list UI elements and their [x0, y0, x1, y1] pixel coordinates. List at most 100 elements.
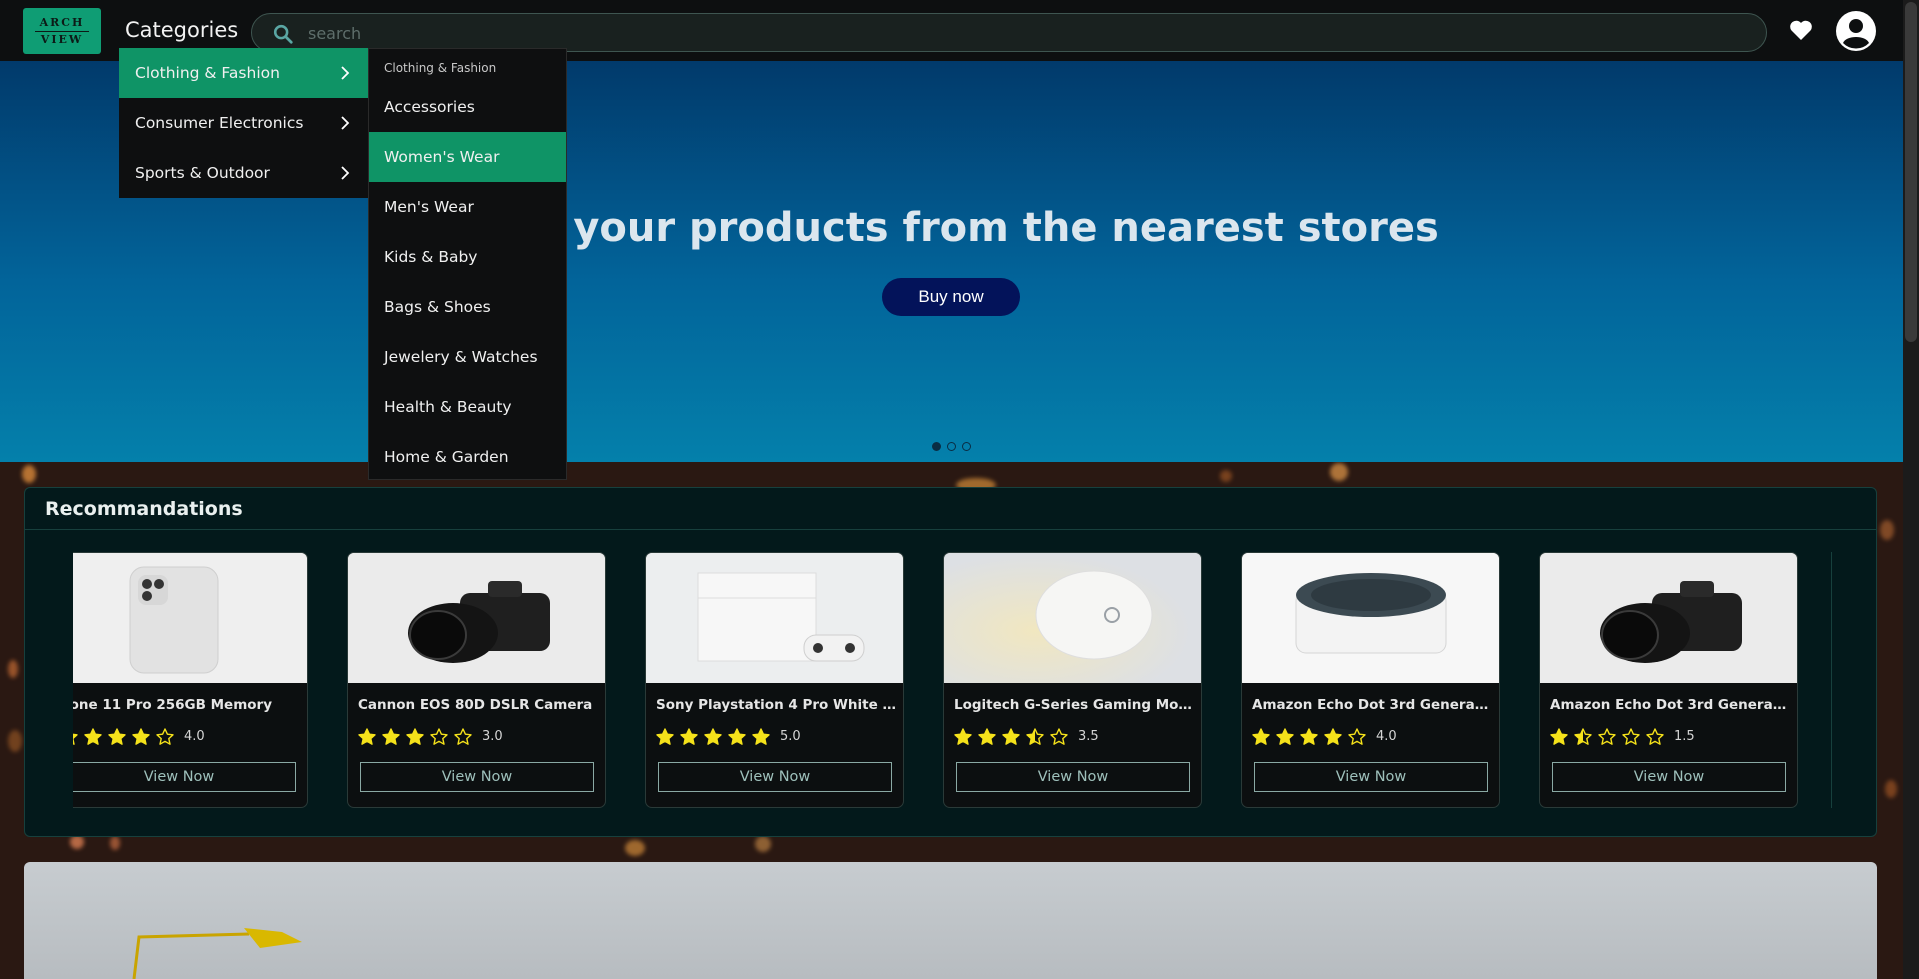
- product-rating: 3.5: [954, 728, 1099, 745]
- product-card[interactable]: Logitech G-Series Gaming Mouse 3.5 View …: [943, 552, 1202, 808]
- subcategory-item-home-garden[interactable]: Home & Garden: [369, 432, 566, 482]
- product-name: Amazon Echo Dot 3rd Generation: [1252, 697, 1492, 713]
- view-now-button[interactable]: View Now: [1552, 762, 1786, 792]
- star-filled-icon: [84, 728, 102, 745]
- star-filled-icon: [1324, 728, 1342, 745]
- search-bar[interactable]: [251, 13, 1767, 52]
- categories-dropdown: Clothing & Fashion Consumer Electronics …: [119, 48, 368, 198]
- product-card[interactable]: Cannon EOS 80D DSLR Camera 3.0 View Now: [347, 552, 606, 808]
- star-half-icon: [1574, 728, 1592, 745]
- heart-icon[interactable]: [1789, 19, 1813, 41]
- star-filled-icon: [358, 728, 376, 745]
- subcategory-label: Health & Beauty: [384, 398, 512, 416]
- chevron-right-icon: [341, 66, 350, 80]
- star-filled-icon: [728, 728, 746, 745]
- product-name: hone 11 Pro 256GB Memory: [73, 697, 273, 713]
- user-avatar-icon[interactable]: [1836, 11, 1876, 51]
- star-empty-icon: [1598, 728, 1616, 745]
- star-filled-icon: [1550, 728, 1568, 745]
- console-image: [646, 553, 903, 683]
- category-item-clothing-fashion[interactable]: Clothing & Fashion: [119, 48, 368, 98]
- logo-text-bottom: VIEW: [40, 32, 84, 46]
- product-rating: 3.0: [358, 728, 503, 745]
- subcategory-label: Home & Garden: [384, 448, 509, 466]
- star-filled-icon: [132, 728, 150, 745]
- subcategory-label: Bags & Shoes: [384, 298, 491, 316]
- star-filled-icon: [1252, 728, 1270, 745]
- promo-banner[interactable]: [24, 862, 1877, 979]
- star-empty-icon: [1622, 728, 1640, 745]
- star-empty-icon: [1050, 728, 1068, 745]
- rating-value: 1.5: [1674, 729, 1695, 744]
- subcategory-dropdown: Clothing & Fashion Accessories Women's W…: [368, 48, 567, 480]
- category-label: Sports & Outdoor: [135, 164, 270, 182]
- product-card[interactable]: Amazon Echo Dot 3rd Generation 1.5 View …: [1539, 552, 1798, 808]
- category-label: Clothing & Fashion: [135, 64, 280, 82]
- search-input[interactable]: [308, 22, 1708, 44]
- camera-image: [348, 553, 605, 683]
- star-filled-icon: [656, 728, 674, 745]
- product-carousel[interactable]: hone 11 Pro 256GB Memory 4.0 View Now Ca…: [73, 552, 1853, 812]
- star-half-icon: [1026, 728, 1044, 745]
- star-filled-icon: [704, 728, 722, 745]
- star-empty-icon: [156, 728, 174, 745]
- product-rating: 4.0: [73, 728, 205, 745]
- star-filled-icon: [406, 728, 424, 745]
- star-filled-icon: [108, 728, 126, 745]
- star-empty-icon: [1646, 728, 1664, 745]
- product-name: Sony Playstation 4 Pro White Vers...: [656, 697, 896, 713]
- subcategory-item-accessories[interactable]: Accessories: [369, 82, 566, 132]
- hero-title: rder your products from the nearest stor…: [464, 205, 1439, 251]
- star-filled-icon: [954, 728, 972, 745]
- subcategory-label: Jewelery & Watches: [384, 348, 538, 366]
- subcategory-item-womens-wear[interactable]: Women's Wear: [369, 132, 566, 182]
- logo-text-top: ARCH: [39, 15, 85, 29]
- star-filled-icon: [382, 728, 400, 745]
- category-label: Consumer Electronics: [135, 114, 304, 132]
- chevron-right-icon: [341, 116, 350, 130]
- view-now-button[interactable]: View Now: [360, 762, 594, 792]
- subcategory-item-mens-wear[interactable]: Men's Wear: [369, 182, 566, 232]
- subcategory-item-bags-shoes[interactable]: Bags & Shoes: [369, 282, 566, 332]
- view-now-button[interactable]: View Now: [658, 762, 892, 792]
- rating-value: 3.5: [1078, 729, 1099, 744]
- rating-value: 3.0: [482, 729, 503, 744]
- view-now-button[interactable]: View Now: [73, 762, 296, 792]
- carousel-indicators: [932, 442, 971, 451]
- view-now-button[interactable]: View Now: [956, 762, 1190, 792]
- product-name: Amazon Echo Dot 3rd Generation: [1550, 697, 1790, 713]
- product-name: Logitech G-Series Gaming Mouse: [954, 697, 1194, 713]
- subcategory-label: Kids & Baby: [384, 248, 478, 266]
- product-card[interactable]: hone 11 Pro 256GB Memory 4.0 View Now: [73, 552, 308, 808]
- view-now-button[interactable]: View Now: [1254, 762, 1488, 792]
- lamp-illustration: [132, 928, 302, 979]
- star-filled-icon: [1300, 728, 1318, 745]
- archview-logo[interactable]: ARCH VIEW: [23, 8, 101, 54]
- recommendations-panel: Recommandations hone 11 Pro 256GB Memory…: [24, 487, 1877, 837]
- subcategory-header: Clothing & Fashion: [384, 61, 497, 75]
- carousel-dot[interactable]: [947, 442, 956, 451]
- product-card[interactable]: Amazon Echo Dot 3rd Generation 4.0 View …: [1241, 552, 1500, 808]
- product-card[interactable]: Sony Playstation 4 Pro White Vers... 5.0…: [645, 552, 904, 808]
- categories-menu-button[interactable]: Categories: [125, 18, 238, 42]
- carousel-dot[interactable]: [932, 442, 941, 451]
- star-filled-icon: [73, 733, 78, 745]
- category-item-consumer-electronics[interactable]: Consumer Electronics: [119, 98, 368, 148]
- category-item-sports-outdoor[interactable]: Sports & Outdoor: [119, 148, 368, 198]
- mouse-image: [944, 553, 1201, 683]
- rating-value: 4.0: [184, 729, 205, 744]
- star-filled-icon: [1002, 728, 1020, 745]
- carousel-dot[interactable]: [962, 442, 971, 451]
- phone-image: [73, 553, 307, 683]
- search-icon: [273, 24, 293, 44]
- star-filled-icon: [978, 728, 996, 745]
- rating-value: 4.0: [1376, 729, 1397, 744]
- subcategory-item-health-beauty[interactable]: Health & Beauty: [369, 382, 566, 432]
- buy-now-button[interactable]: Buy now: [882, 278, 1020, 316]
- scrollbar-thumb[interactable]: [1905, 2, 1917, 342]
- subcategory-item-kids-baby[interactable]: Kids & Baby: [369, 232, 566, 282]
- star-empty-icon: [430, 728, 448, 745]
- subcategory-item-jewelery-watches[interactable]: Jewelery & Watches: [369, 332, 566, 382]
- star-filled-icon: [1276, 728, 1294, 745]
- rating-value: 5.0: [780, 729, 801, 744]
